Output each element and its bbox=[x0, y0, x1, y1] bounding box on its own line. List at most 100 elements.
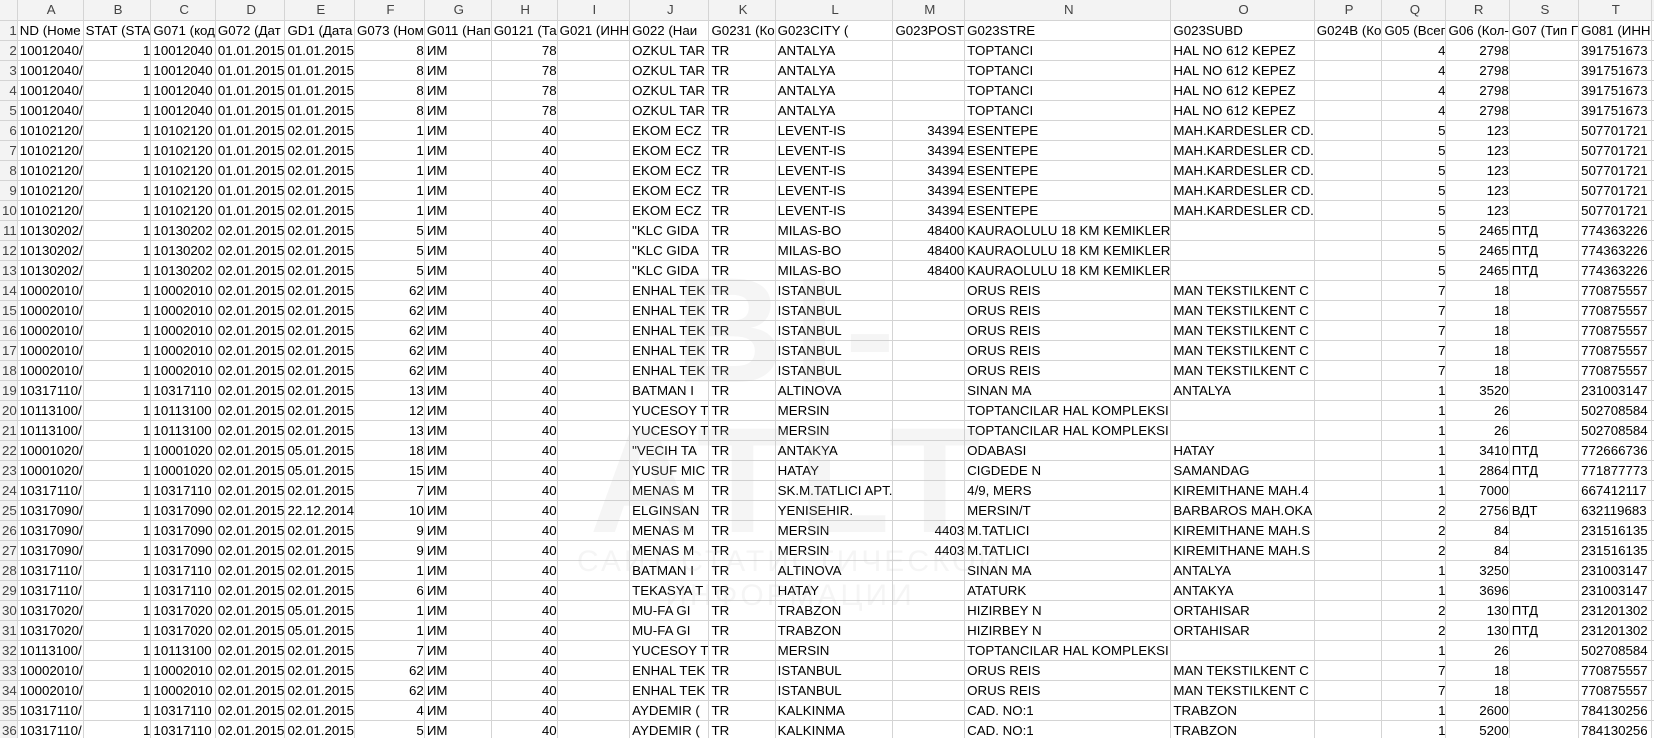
table-cell[interactable]: TR bbox=[708, 440, 776, 461]
table-cell[interactable]: ISTANBUL bbox=[775, 300, 894, 321]
table-cell[interactable]: 2 bbox=[1381, 500, 1447, 521]
table-cell[interactable]: 26 bbox=[1445, 420, 1510, 441]
table-cell[interactable] bbox=[1314, 440, 1383, 461]
table-cell[interactable]: 40 bbox=[491, 380, 558, 401]
table-cell[interactable]: ISTANBUL bbox=[775, 660, 894, 681]
table-cell[interactable]: ИМ bbox=[424, 40, 492, 61]
table-cell[interactable]: 2600 bbox=[1445, 700, 1510, 721]
column-header-s[interactable]: S bbox=[1509, 0, 1580, 21]
table-cell[interactable]: 1 bbox=[83, 580, 152, 601]
table-cell[interactable]: 123 bbox=[1445, 120, 1510, 141]
table-cell[interactable] bbox=[1314, 140, 1383, 161]
table-cell[interactable]: 1 bbox=[83, 420, 152, 441]
table-cell[interactable]: 1 bbox=[83, 340, 152, 361]
table-cell[interactable] bbox=[1314, 620, 1383, 641]
table-cell[interactable]: TOPTANCI bbox=[964, 80, 1172, 101]
table-cell[interactable]: 02.01.2015 bbox=[215, 600, 286, 621]
table-cell[interactable]: 7 bbox=[354, 640, 425, 661]
table-cell[interactable]: 34394 bbox=[892, 200, 966, 221]
table-cell[interactable]: 05.01.2015 bbox=[284, 620, 356, 641]
table-cell[interactable]: 1 bbox=[1381, 420, 1447, 441]
table-cell[interactable]: ORUS REIS bbox=[964, 320, 1172, 341]
table-cell[interactable] bbox=[892, 560, 966, 581]
table-cell[interactable]: 34394 bbox=[892, 160, 966, 181]
table-cell[interactable]: 02.01.2015 bbox=[284, 680, 356, 701]
table-cell[interactable]: 1 bbox=[83, 240, 152, 261]
table-cell[interactable] bbox=[557, 260, 631, 281]
table-cell[interactable]: 9 bbox=[354, 540, 425, 561]
table-cell[interactable]: ESENTEPE bbox=[964, 160, 1172, 181]
table-cell[interactable]: 5 bbox=[1381, 160, 1447, 181]
table-cell[interactable]: TR bbox=[708, 620, 776, 641]
table-cell[interactable]: 02.01.2015 bbox=[215, 220, 286, 241]
table-cell[interactable]: 3520 bbox=[1445, 380, 1510, 401]
table-cell[interactable] bbox=[1314, 520, 1383, 541]
table-cell[interactable]: KIREMITHANE MAH.4 bbox=[1170, 480, 1315, 501]
table-cell[interactable] bbox=[1509, 60, 1580, 81]
table-cell[interactable]: 5 bbox=[1381, 220, 1447, 241]
table-cell[interactable]: ISTANBUL bbox=[775, 340, 894, 361]
table-cell[interactable]: 1 bbox=[83, 80, 152, 101]
header-cell[interactable]: G023STRE bbox=[964, 20, 1172, 41]
table-cell[interactable]: KIREMITHANE MAH.S bbox=[1170, 520, 1315, 541]
table-cell[interactable]: 02.01.2015 bbox=[284, 700, 356, 721]
table-cell[interactable]: 5200 bbox=[1445, 720, 1510, 738]
table-cell[interactable]: 10012040/ bbox=[17, 100, 84, 121]
table-cell[interactable]: 391751673 bbox=[1578, 40, 1652, 61]
table-cell[interactable]: 02.01.2015 bbox=[284, 480, 356, 501]
table-cell[interactable]: AYDEMIR ( bbox=[629, 720, 710, 738]
header-cell[interactable]: G023SUBD bbox=[1170, 20, 1315, 41]
table-cell[interactable] bbox=[1170, 220, 1315, 241]
table-cell[interactable]: 40 bbox=[491, 480, 558, 501]
table-cell[interactable]: MAN TEKSTILKENT C bbox=[1170, 660, 1315, 681]
row-header[interactable]: 25 bbox=[0, 500, 18, 521]
table-cell[interactable]: 1 bbox=[354, 180, 425, 201]
table-cell[interactable]: 1 bbox=[83, 400, 152, 421]
table-cell[interactable] bbox=[892, 640, 966, 661]
table-cell[interactable]: 10012040 bbox=[150, 60, 216, 81]
table-cell[interactable]: 2 bbox=[1381, 540, 1447, 561]
table-cell[interactable] bbox=[1509, 720, 1580, 738]
table-cell[interactable]: 40 bbox=[491, 540, 558, 561]
column-header-c[interactable]: C bbox=[150, 0, 216, 21]
table-cell[interactable]: 01.01.2015 bbox=[215, 80, 286, 101]
table-cell[interactable]: 1 bbox=[83, 260, 152, 281]
table-cell[interactable]: ИМ bbox=[424, 580, 492, 601]
table-cell[interactable]: EKOM ECZ bbox=[629, 200, 710, 221]
header-cell[interactable]: G081 (ИНН bbox=[1578, 20, 1652, 41]
column-header-d[interactable]: D bbox=[215, 0, 286, 21]
table-cell[interactable]: YENISEHIR. bbox=[775, 500, 894, 521]
table-cell[interactable]: 5 bbox=[1381, 240, 1447, 261]
table-cell[interactable]: HAL NO 612 KEPEZ bbox=[1170, 80, 1315, 101]
table-cell[interactable]: TOPTANCILAR HAL KOMPLEKSI bbox=[964, 420, 1172, 441]
table-cell[interactable] bbox=[557, 340, 631, 361]
table-cell[interactable]: 5 bbox=[1381, 140, 1447, 161]
table-cell[interactable]: 5 bbox=[354, 240, 425, 261]
table-cell[interactable]: 78 bbox=[491, 100, 558, 121]
row-header[interactable]: 13 bbox=[0, 260, 18, 281]
table-cell[interactable] bbox=[1509, 360, 1580, 381]
header-cell[interactable]: G0231 (Ко bbox=[708, 20, 776, 41]
table-cell[interactable]: 502708584 bbox=[1578, 640, 1652, 661]
column-header-m[interactable]: M bbox=[892, 0, 966, 21]
table-cell[interactable]: TR bbox=[708, 60, 776, 81]
table-cell[interactable]: ИМ bbox=[424, 300, 492, 321]
table-cell[interactable]: MAN TEKSTILKENT C bbox=[1170, 280, 1315, 301]
table-cell[interactable]: 40 bbox=[491, 600, 558, 621]
table-cell[interactable] bbox=[892, 480, 966, 501]
table-cell[interactable] bbox=[1509, 80, 1580, 101]
table-cell[interactable]: MAN TEKSTILKENT C bbox=[1170, 340, 1315, 361]
table-cell[interactable]: 01.01.2015 bbox=[215, 120, 286, 141]
table-cell[interactable]: 02.01.2015 bbox=[215, 420, 286, 441]
table-cell[interactable]: 231003147 bbox=[1578, 380, 1652, 401]
table-cell[interactable]: 1 bbox=[354, 120, 425, 141]
table-cell[interactable]: MAH.KARDESLER CD. bbox=[1170, 140, 1315, 161]
table-cell[interactable]: 18 bbox=[1445, 360, 1510, 381]
table-cell[interactable]: "VECIH TA bbox=[629, 440, 710, 461]
table-cell[interactable]: 10317110/ bbox=[17, 700, 84, 721]
table-cell[interactable]: ИМ bbox=[424, 500, 492, 521]
row-header[interactable]: 26 bbox=[0, 520, 18, 541]
table-cell[interactable]: 5 bbox=[1381, 260, 1447, 281]
table-cell[interactable]: 10317090/ bbox=[17, 540, 84, 561]
table-cell[interactable]: 1 bbox=[83, 100, 152, 121]
